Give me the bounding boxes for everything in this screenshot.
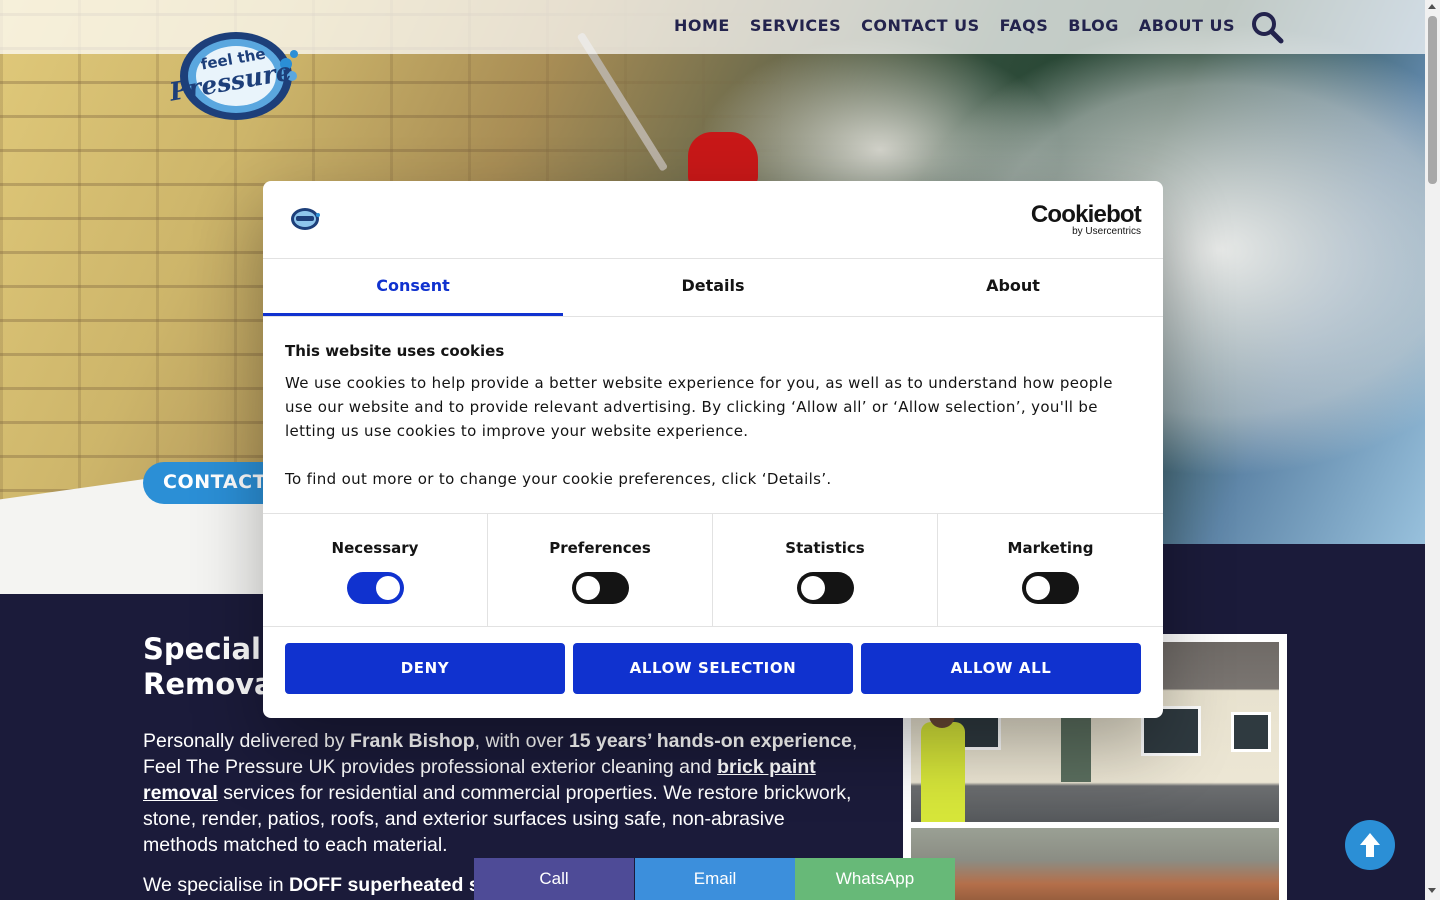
- page-scrollbar[interactable]: [1425, 0, 1440, 900]
- preferences-toggle[interactable]: [571, 572, 629, 604]
- email-button[interactable]: Email: [635, 858, 795, 900]
- cookie-consent-dialog: Cookiebot by Usercentrics Consent Detail…: [263, 181, 1163, 718]
- arrow-up-icon: [1360, 833, 1380, 857]
- scroll-down-arrow-icon[interactable]: [1428, 888, 1436, 893]
- category-statistics: Statistics: [713, 514, 938, 626]
- cookie-title: This website uses cookies: [285, 342, 505, 360]
- site-logo-small: [291, 208, 320, 230]
- site-logo[interactable]: feel the Pressure: [168, 24, 304, 124]
- worker-figure: [921, 722, 965, 822]
- category-marketing: Marketing: [938, 514, 1163, 626]
- cookie-categories: Necessary Preferences Statistics Marketi…: [263, 514, 1163, 627]
- tab-consent[interactable]: Consent: [263, 259, 563, 316]
- scroll-up-arrow-icon[interactable]: [1428, 4, 1436, 9]
- nav-contact-us[interactable]: CONTACT US: [861, 14, 980, 38]
- cookie-description: We use cookies to help provide a better …: [285, 371, 1141, 491]
- intro-name: Frank Bishop: [350, 730, 475, 752]
- scrollbar-thumb[interactable]: [1428, 16, 1437, 184]
- cookie-tabs: Consent Details About: [263, 259, 1163, 317]
- tab-details[interactable]: Details: [563, 259, 863, 316]
- cookiebot-name: Cookiebot: [1030, 201, 1142, 228]
- allow-all-button[interactable]: ALLOW ALL: [861, 643, 1141, 694]
- intro2-bold: DOFF superheated s: [288, 874, 480, 896]
- section-heading: Speciali Remova: [143, 632, 283, 702]
- intro-text-1: Personally delivered by: [143, 730, 345, 752]
- intro-paragraph: Personally delivered by Frank Bishop, wi…: [143, 728, 863, 858]
- nav-home[interactable]: HOME: [674, 14, 730, 38]
- intro-text-4: services for residential and commercial …: [143, 782, 852, 856]
- statistics-toggle[interactable]: [796, 572, 854, 604]
- cookie-description-p2: To find out more or to change your cooki…: [285, 470, 832, 488]
- cookie-description-p1: We use cookies to help provide a better …: [285, 374, 1113, 440]
- main-nav: HOME SERVICES CONTACT US FAQS BLOG ABOUT…: [674, 14, 1235, 38]
- cookiebot-logo[interactable]: Cookiebot by Usercentrics: [1030, 201, 1142, 237]
- nav-faqs[interactable]: FAQS: [1000, 14, 1049, 38]
- category-label: Necessary: [331, 539, 419, 557]
- intro-experience: 15 years’ hands-on experience: [568, 730, 852, 752]
- allow-selection-button[interactable]: ALLOW SELECTION: [573, 643, 853, 694]
- roof-photo: [911, 828, 1279, 900]
- category-label: Marketing: [1007, 539, 1094, 557]
- intro2-text: We specialise in: [143, 874, 284, 896]
- cookie-dialog-body: This website uses cookies We use cookies…: [263, 317, 1163, 514]
- whatsapp-button[interactable]: WhatsApp: [795, 858, 955, 900]
- category-label: Preferences: [549, 539, 651, 557]
- call-button[interactable]: Call: [474, 858, 634, 900]
- scroll-to-top-button[interactable]: [1345, 820, 1395, 870]
- nav-services[interactable]: SERVICES: [750, 14, 841, 38]
- tab-about[interactable]: About: [863, 259, 1163, 316]
- intro-text-2: , with over: [474, 730, 564, 752]
- cookie-dialog-header: Cookiebot by Usercentrics: [263, 181, 1163, 259]
- section-heading-line2: Remova: [143, 667, 274, 701]
- cookiebot-sub: by Usercentrics: [1072, 226, 1141, 237]
- nav-about-us[interactable]: ABOUT US: [1139, 14, 1235, 38]
- intro-paragraph-2: We specialise in DOFF superheated s: [143, 872, 480, 898]
- category-necessary: Necessary: [263, 514, 488, 626]
- marketing-toggle[interactable]: [1022, 572, 1079, 604]
- category-label: Statistics: [785, 539, 865, 557]
- nav-blog[interactable]: BLOG: [1068, 14, 1119, 38]
- category-preferences: Preferences: [488, 514, 713, 626]
- section-heading-line1: Speciali: [143, 632, 271, 666]
- cookie-buttons: DENY ALLOW SELECTION ALLOW ALL: [263, 627, 1163, 710]
- sticky-contact-bar: Call Email WhatsApp: [474, 858, 955, 900]
- nozzle-image: [688, 132, 758, 187]
- necessary-toggle[interactable]: [346, 572, 404, 604]
- search-icon[interactable]: [1250, 10, 1284, 44]
- deny-button[interactable]: DENY: [285, 643, 565, 694]
